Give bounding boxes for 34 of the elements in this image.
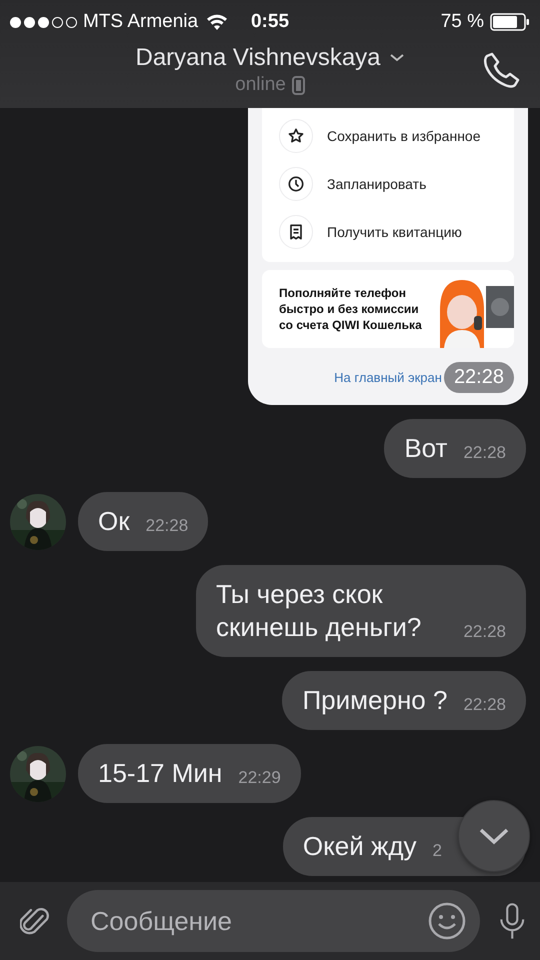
message-time: 2 bbox=[432, 841, 442, 862]
home-link[interactable]: На главный экран bbox=[334, 370, 442, 385]
battery-icon bbox=[490, 13, 530, 31]
carrier-name: MTS Armenia bbox=[83, 11, 198, 33]
message-text: Окей жду bbox=[302, 830, 417, 863]
message-text: Вот bbox=[404, 432, 448, 465]
message-time: 22:28 bbox=[444, 362, 514, 393]
promo-text: Пополняйте телефон быстро и без комиссии со счета QIWI Кошелька bbox=[279, 285, 423, 333]
phone-device-icon bbox=[292, 76, 305, 94]
chat-title[interactable]: Daryana Vishnevskaya bbox=[135, 44, 381, 72]
message-time: 22:28 bbox=[146, 516, 188, 537]
promo-banner[interactable]: Пополняйте телефон быстро и без комиссии со счета QIWI Кошелька bbox=[262, 270, 514, 348]
phone-icon[interactable] bbox=[482, 50, 522, 90]
menu-item[interactable]: Получить квитанцию bbox=[327, 224, 462, 240]
message-time: 22:28 bbox=[463, 443, 506, 464]
menu-item[interactable]: Сохранить в избранное bbox=[327, 128, 480, 144]
smiley-icon[interactable] bbox=[428, 902, 466, 940]
message-time: 22:29 bbox=[238, 768, 281, 789]
wifi-icon bbox=[206, 14, 228, 30]
message-time: 22:28 bbox=[463, 695, 506, 716]
message-text: Ок bbox=[98, 505, 130, 538]
message-text: 15-17 Мин bbox=[98, 757, 222, 790]
signal-icon bbox=[10, 16, 77, 28]
online-status: online bbox=[235, 74, 286, 96]
clock: 0:55 bbox=[250, 11, 290, 33]
message-text: Примерно ? bbox=[302, 684, 448, 717]
message-field[interactable]: Сообщение bbox=[66, 890, 480, 952]
message-time: 22:28 bbox=[463, 622, 506, 643]
message-text: Ты через скок скинешь деньги? bbox=[216, 578, 422, 644]
chevron-down-icon[interactable] bbox=[478, 827, 510, 845]
chevron-down-icon[interactable] bbox=[388, 53, 405, 63]
battery-percent: 75 % bbox=[440, 11, 484, 33]
clock-icon bbox=[286, 174, 306, 194]
menu-item[interactable]: Запланировать bbox=[327, 176, 426, 192]
